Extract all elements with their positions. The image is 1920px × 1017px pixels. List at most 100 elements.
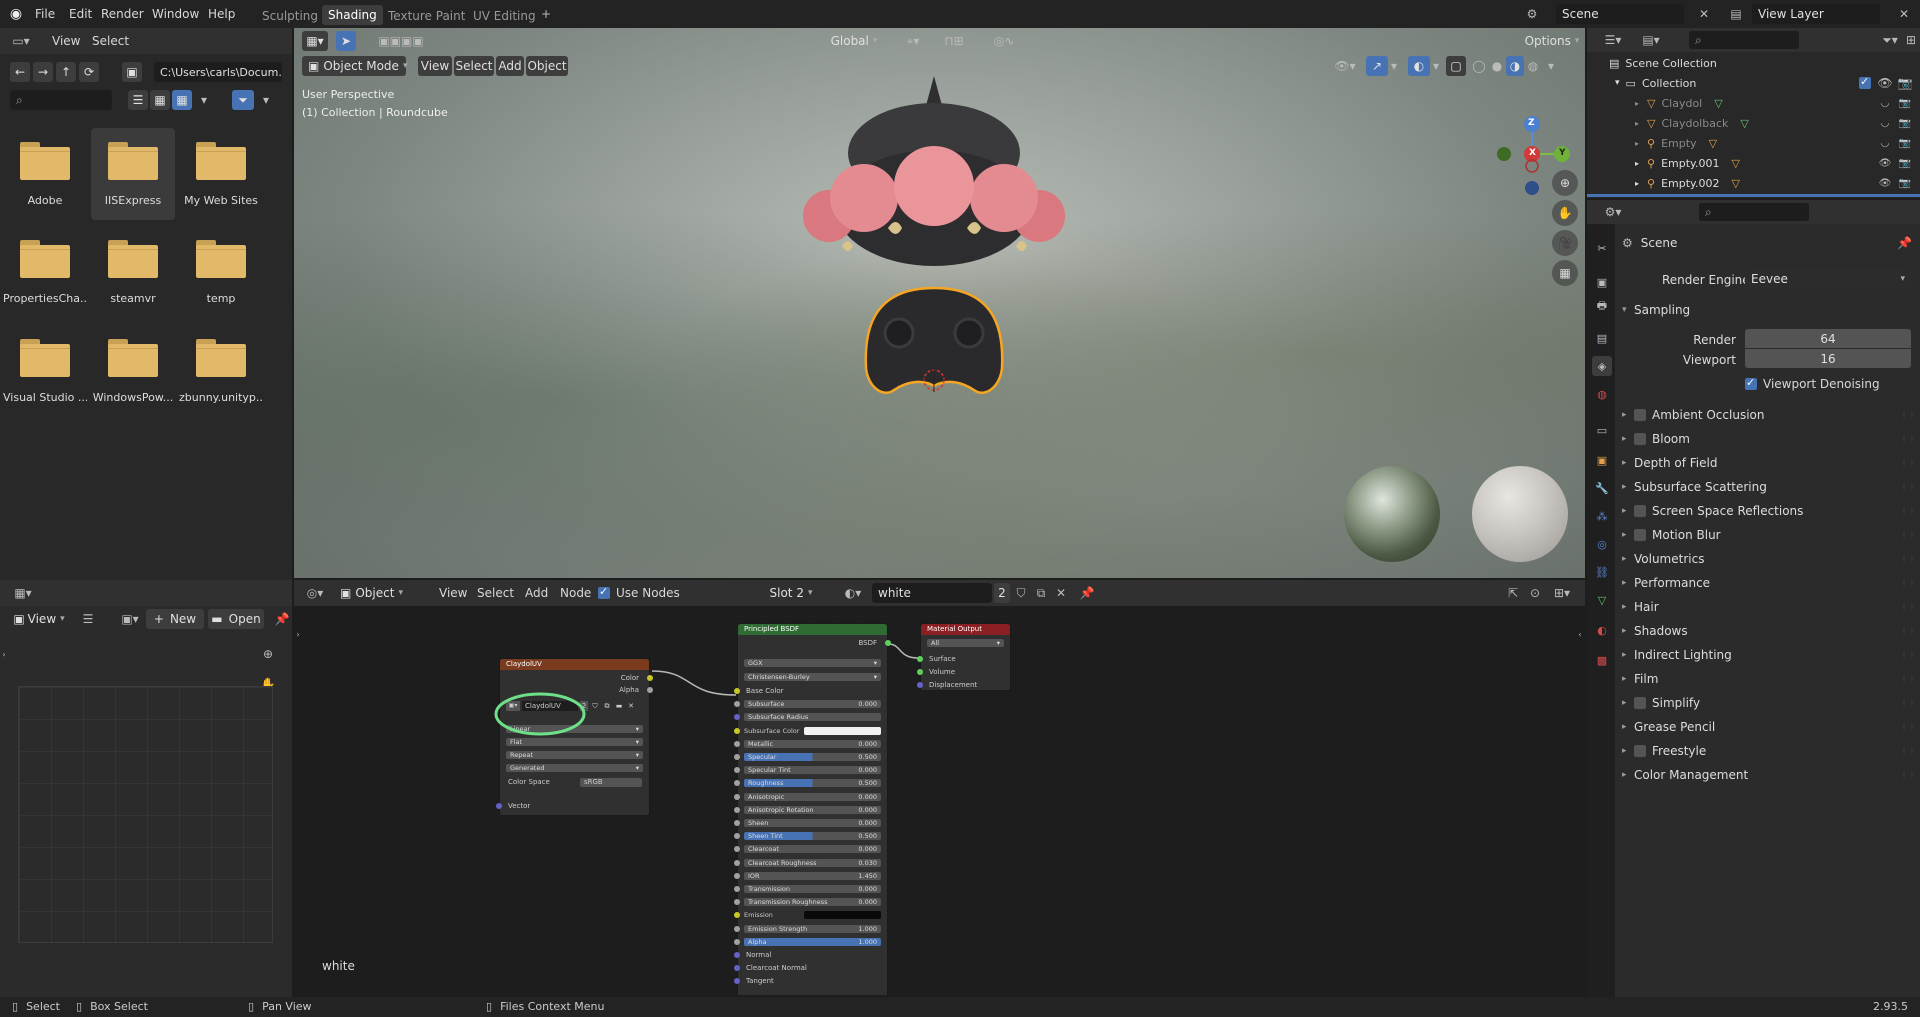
view-layer-tab-icon[interactable]: ▤ bbox=[1592, 328, 1612, 348]
drag-handle-icon[interactable]: ⋮⋮ bbox=[1900, 699, 1916, 708]
properties-panel-header[interactable]: ▸ Color Management bbox=[1622, 763, 1748, 787]
surface-input-socket[interactable] bbox=[917, 656, 923, 662]
drag-handle-icon[interactable]: ⋮⋮ bbox=[1900, 435, 1916, 444]
file-item[interactable]: My Web Sites bbox=[179, 128, 263, 220]
new-image-button[interactable]: + New bbox=[146, 609, 204, 629]
file-item[interactable]: Visual Studio ... bbox=[3, 325, 87, 417]
drag-handle-icon[interactable]: ⋮⋮ bbox=[1900, 555, 1916, 564]
bsdf-input-socket[interactable] bbox=[734, 872, 740, 879]
panel-enable-checkbox[interactable] bbox=[1634, 433, 1646, 445]
file-item[interactable]: temp bbox=[179, 226, 263, 318]
parent-dir-button[interactable]: ↑ bbox=[56, 62, 76, 82]
bsdf-input-socket[interactable] bbox=[734, 701, 740, 708]
constraints-tab-icon[interactable]: ⛓ bbox=[1592, 562, 1612, 582]
sampling-viewport-field[interactable]: 16 bbox=[1745, 349, 1911, 368]
add-workspace-icon[interactable]: + bbox=[538, 6, 554, 22]
color-swatch[interactable] bbox=[804, 911, 881, 920]
bsdf-node-header[interactable]: Principled BSDF bbox=[738, 624, 887, 635]
bsdf-input-row[interactable]: Specular Tint 0.000 bbox=[744, 766, 881, 775]
camera-icon[interactable]: 📷 bbox=[1897, 95, 1913, 111]
pivot-icon[interactable]: ⌖▾ bbox=[900, 31, 926, 51]
outliner-item[interactable]: ▸ ▽ Claydol ▽ bbox=[1635, 93, 1723, 113]
zoom-icon[interactable]: ⊕ bbox=[1552, 170, 1578, 196]
remove-view-layer-icon[interactable]: ✕ bbox=[1896, 6, 1912, 22]
panel-enable-checkbox[interactable] bbox=[1634, 745, 1646, 757]
drag-handle-icon[interactable]: ⋮⋮ bbox=[1900, 579, 1916, 588]
filter-button[interactable]: ⏷ bbox=[232, 90, 254, 110]
camera-icon[interactable]: 📷 bbox=[1897, 115, 1913, 131]
panel-enable-checkbox[interactable] bbox=[1634, 505, 1646, 517]
tab-uv-editing[interactable]: UV Editing bbox=[473, 9, 536, 23]
camera-icon[interactable]: 📷 bbox=[1897, 135, 1913, 151]
bsdf-input-row[interactable]: Subsurface Color bbox=[744, 726, 881, 735]
bsdf-input-row[interactable]: Transmission Roughness 0.000 bbox=[744, 898, 881, 907]
filter-dropdown-icon[interactable]: ▾ bbox=[258, 92, 274, 108]
bsdf-input-socket[interactable] bbox=[734, 688, 740, 694]
bsdf-input-row[interactable]: Roughness 0.500 bbox=[744, 779, 881, 788]
file-item[interactable]: PropertiesCha... bbox=[3, 226, 87, 318]
view-layer-field[interactable]: View Layer bbox=[1752, 4, 1880, 24]
modifier-tab-icon[interactable]: 🔧 bbox=[1592, 478, 1612, 498]
bsdf-input-row[interactable]: Metallic 0.000 bbox=[744, 739, 881, 748]
bsdf-input-socket[interactable] bbox=[734, 899, 740, 906]
viewport-menu-object[interactable]: Object bbox=[526, 56, 568, 76]
material-shading-icon[interactable]: ◑ bbox=[1506, 56, 1524, 76]
shading-dropdown-icon[interactable]: ▾ bbox=[1544, 56, 1558, 76]
file-item[interactable]: Adobe bbox=[3, 128, 87, 220]
file-menu-view[interactable]: View bbox=[52, 34, 80, 48]
bsdf-input-socket[interactable] bbox=[734, 912, 740, 919]
properties-panel-header[interactable]: ▸ Screen Space Reflections bbox=[1622, 499, 1803, 523]
bsdf-input-socket[interactable] bbox=[734, 859, 740, 866]
panel-enable-checkbox[interactable] bbox=[1634, 697, 1646, 709]
file-search-input[interactable]: ⌕ bbox=[10, 90, 112, 110]
outliner-item[interactable]: ▸ ⚲ Empty ▽ bbox=[1635, 133, 1717, 153]
proportional-edit-icon[interactable]: ◎∿ bbox=[986, 31, 1022, 51]
outliner-item[interactable]: ▸ ▽ Claydolback ▽ bbox=[1635, 113, 1749, 133]
viewport-menu-view[interactable]: View bbox=[418, 56, 452, 76]
tab-texture-paint[interactable]: Texture Paint bbox=[388, 9, 465, 23]
bsdf-input-row[interactable]: Specular 0.500 bbox=[744, 753, 881, 761]
color-swatch[interactable] bbox=[804, 726, 881, 735]
menu-edit[interactable]: Edit bbox=[69, 7, 92, 21]
bsdf-input-socket[interactable] bbox=[734, 952, 740, 958]
viewport-menu-select[interactable]: Select bbox=[454, 56, 494, 76]
outliner-item[interactable]: ▸ ⚲ Empty.001 ▽ bbox=[1635, 153, 1740, 173]
output-node-header[interactable]: Material Output bbox=[921, 624, 1010, 635]
tool-tab-icon[interactable]: ✂ bbox=[1592, 238, 1612, 258]
drag-handle-icon[interactable]: ⋮⋮ bbox=[1900, 507, 1916, 516]
bsdf-input-row[interactable]: Emission bbox=[744, 911, 881, 920]
display-thumbs-small-button[interactable]: ▦ bbox=[150, 90, 170, 110]
claydol-model[interactable] bbox=[784, 68, 1084, 398]
data-tab-icon[interactable]: ▽ bbox=[1592, 590, 1612, 610]
eye-closed-icon[interactable]: ◡ bbox=[1877, 135, 1893, 151]
bsdf-input-row[interactable]: Sheen Tint 0.500 bbox=[744, 832, 881, 841]
open-image-button[interactable]: ▬ Open bbox=[208, 609, 264, 629]
vector-input-socket[interactable] bbox=[496, 803, 502, 809]
properties-panel-header[interactable]: ▸ Ambient Occlusion bbox=[1622, 403, 1764, 427]
render-tab-icon[interactable]: ▣ bbox=[1592, 272, 1612, 292]
rendered-shading-icon[interactable]: ◍ bbox=[1524, 56, 1542, 76]
gizmo-toggle-button[interactable]: ↗ bbox=[1366, 56, 1388, 76]
bsdf-input-socket[interactable] bbox=[734, 780, 740, 787]
file-item[interactable]: WindowsPow... bbox=[91, 325, 175, 417]
sampling-render-field[interactable]: 64 bbox=[1745, 329, 1911, 348]
file-item[interactable]: zbunny.unityp... bbox=[179, 325, 263, 417]
properties-panel-header[interactable]: ▸ Hair bbox=[1622, 595, 1659, 619]
select-tool-button[interactable]: ➤ bbox=[336, 31, 356, 51]
source-dropdown[interactable]: Generated ▾ bbox=[506, 764, 643, 772]
output-target-dropdown[interactable]: All ▾ bbox=[927, 639, 1004, 647]
collection-tab-icon[interactable]: ▭ bbox=[1592, 420, 1612, 440]
bsdf-input-row[interactable]: Anisotropic 0.000 bbox=[744, 792, 881, 801]
drag-handle-icon[interactable]: ⋮⋮ bbox=[1900, 675, 1916, 684]
properties-panel-header[interactable]: ▸ Shadows bbox=[1622, 619, 1688, 643]
scene-field[interactable]: Scene bbox=[1556, 4, 1684, 24]
filter-icon[interactable]: ⏷▾ bbox=[1877, 31, 1903, 49]
display-dropdown-icon[interactable]: ▾ bbox=[196, 92, 212, 108]
properties-panel-header[interactable]: ▸ Volumetrics bbox=[1622, 547, 1704, 571]
bsdf-input-socket[interactable] bbox=[734, 740, 740, 747]
outliner-scene-collection[interactable]: ▤ Scene Collection bbox=[1609, 53, 1717, 73]
xray-button[interactable]: ▢ bbox=[1446, 56, 1466, 76]
particles-tab-icon[interactable]: ⁂ bbox=[1592, 506, 1612, 526]
camera-view-icon[interactable]: 🎥 bbox=[1552, 230, 1578, 256]
zoom-icon[interactable]: ⊕ bbox=[256, 642, 280, 666]
